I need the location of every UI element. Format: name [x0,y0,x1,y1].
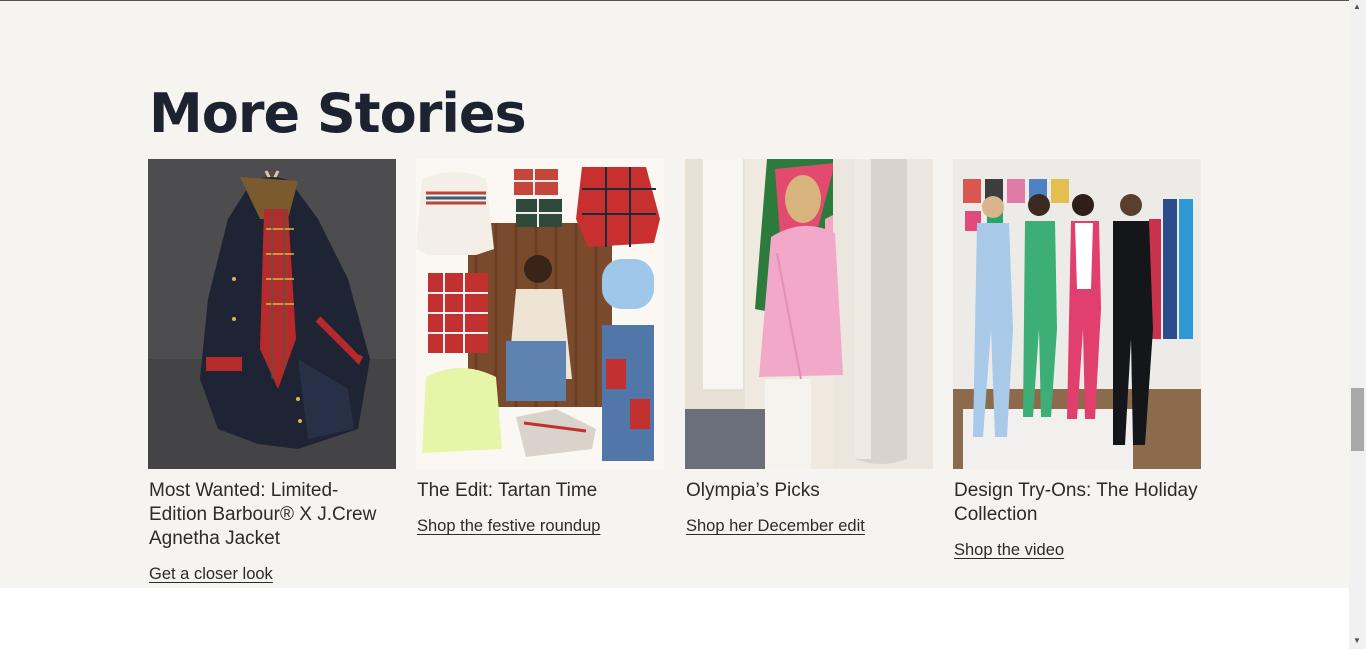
story-card-tartan: The Edit: Tartan Time Shop the festive r… [416,159,664,536]
story-link[interactable]: Get a closer look [149,565,273,584]
jacket-image [148,159,396,469]
story-card-olympia: Olympia’s Picks Shop her December edit [685,159,933,536]
scroll-down-arrow-icon[interactable]: ▼ [1353,636,1361,646]
group-suits-image [953,159,1201,469]
story-title: Design Try-Ons: The Holiday Collection [954,480,1198,525]
story-image-design-try-ons[interactable] [953,159,1201,469]
story-card-barbour: Most Wanted: Limited-Edition Barbour® X … [148,159,396,584]
pink-coat-image [685,159,933,469]
story-title: Most Wanted: Limited-Edition Barbour® X … [149,480,377,549]
story-image-tartan[interactable] [416,159,664,469]
more-stories-section: More Stories Most Wanted: Limited-Editio… [0,1,1349,588]
story-title: The Edit: Tartan Time [417,480,598,501]
scroll-up-arrow-icon[interactable]: ▲ [1353,2,1361,12]
story-image-jacket[interactable] [148,159,396,469]
tartan-collage-image [416,159,664,469]
story-link[interactable]: Shop her December edit [686,517,865,536]
scrollbar-thumb[interactable] [1351,388,1364,451]
story-card-design-try-ons: Design Try-Ons: The Holiday Collection S… [953,159,1201,560]
story-link[interactable]: Shop the festive roundup [417,517,600,536]
vertical-scrollbar[interactable]: ▲ ▼ [1349,0,1366,649]
story-title: Olympia’s Picks [686,480,820,501]
story-image-olympia[interactable] [685,159,933,469]
section-heading: More Stories [149,82,527,145]
story-link[interactable]: Shop the video [954,541,1064,560]
